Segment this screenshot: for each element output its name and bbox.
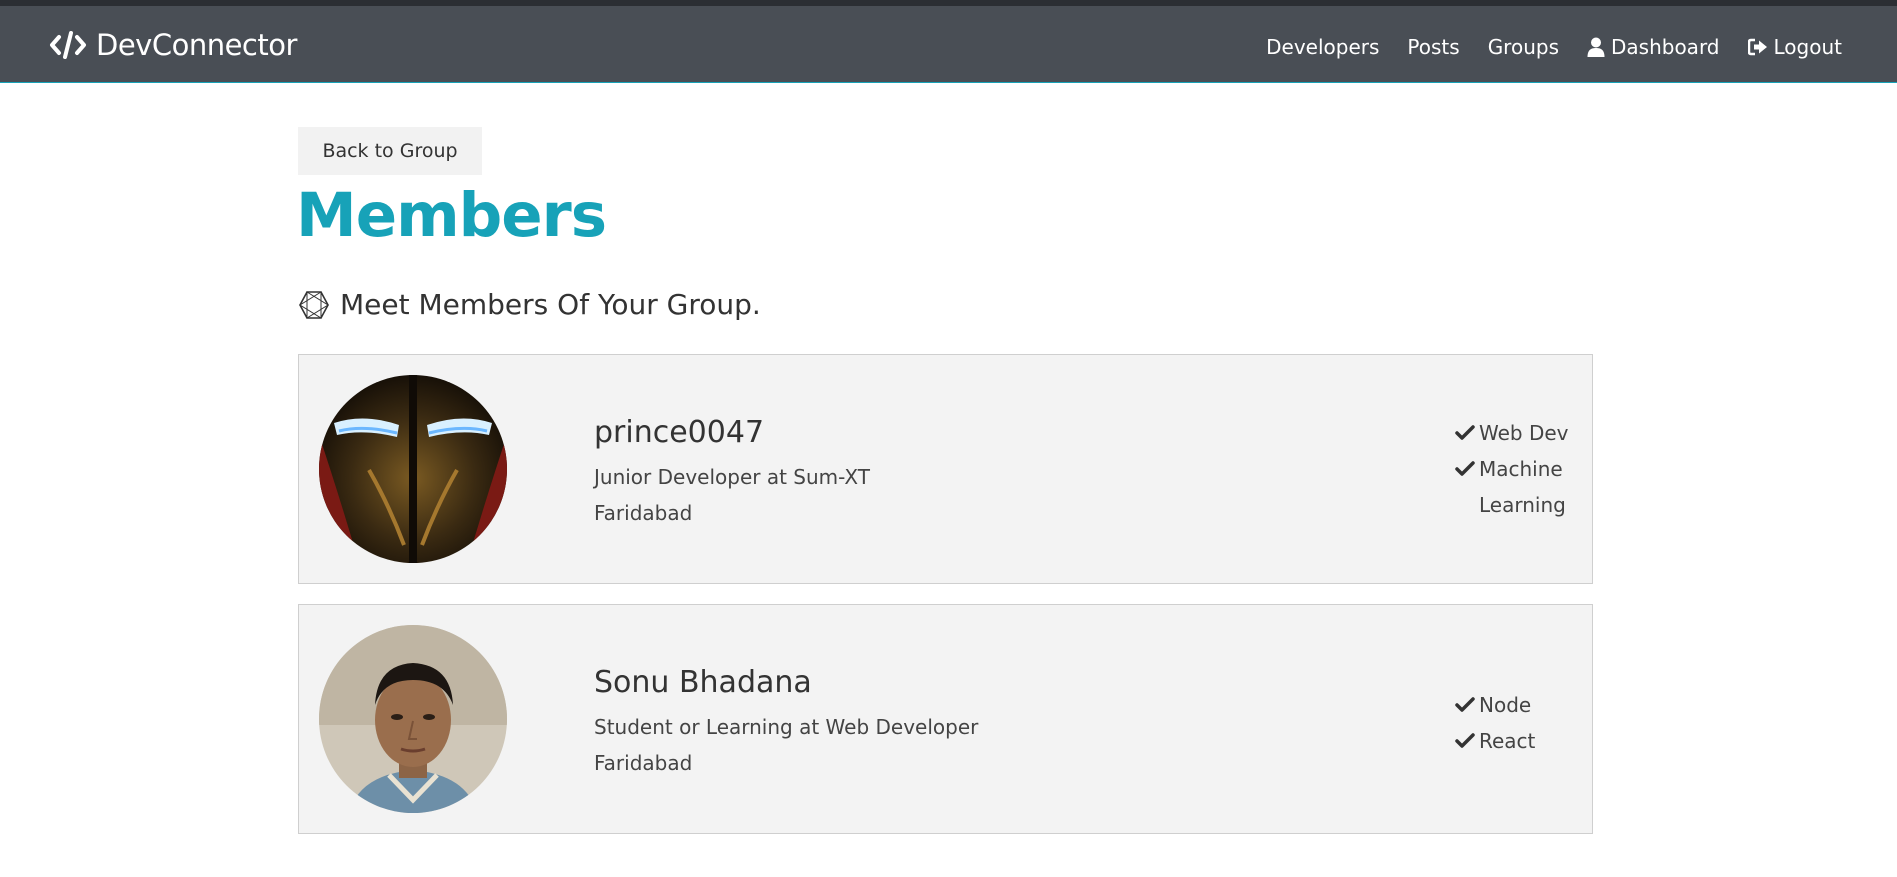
check-icon	[1455, 425, 1475, 440]
nav-links: Developers Posts Groups Dashboard Logout	[1266, 32, 1842, 62]
member-status: Junior Developer at Sum-XT	[594, 465, 870, 489]
page-title: Members	[296, 180, 607, 251]
member-status: Student or Learning at Web Developer	[594, 715, 979, 739]
brand-name: DevConnector	[96, 28, 297, 62]
nav-logout-label: Logout	[1773, 35, 1842, 59]
member-card: Sonu Bhadana Student or Learning at Web …	[298, 604, 1593, 834]
hexagon-icon	[299, 290, 329, 319]
brand-logo-link[interactable]: DevConnector	[49, 25, 297, 65]
check-icon	[1455, 697, 1475, 712]
member-card: prince0047 Junior Developer at Sum-XT Fa…	[298, 354, 1593, 584]
nav-posts-link[interactable]: Posts	[1407, 35, 1459, 59]
skill-label: React	[1479, 729, 1536, 753]
nav-logout-link[interactable]: Logout	[1747, 35, 1842, 59]
skill-item: Machine Learning	[1455, 451, 1585, 523]
avatar	[319, 375, 507, 563]
skill-label: Web Dev	[1479, 421, 1569, 445]
skill-item: Web Dev	[1455, 415, 1585, 451]
skill-label: Machine Learning	[1479, 457, 1566, 517]
nav-developers-label: Developers	[1266, 35, 1380, 59]
user-icon	[1587, 37, 1605, 57]
skill-item: Node	[1455, 687, 1585, 723]
check-icon	[1455, 461, 1475, 476]
back-to-group-button[interactable]: Back to Group	[298, 127, 482, 175]
skills-list: Node React	[1455, 687, 1585, 759]
nav-groups-label: Groups	[1487, 35, 1559, 59]
member-location: Faridabad	[594, 751, 693, 775]
skill-label: Node	[1479, 693, 1532, 717]
member-location: Faridabad	[594, 501, 693, 525]
code-icon	[50, 31, 86, 59]
member-name[interactable]: prince0047	[594, 415, 764, 450]
nav-dashboard-label: Dashboard	[1611, 35, 1720, 59]
lead-text: Meet Members Of Your Group.	[298, 288, 761, 321]
nav-groups-link[interactable]: Groups	[1488, 35, 1559, 59]
logout-icon	[1747, 38, 1767, 56]
avatar	[319, 625, 507, 813]
skill-item: React	[1455, 723, 1585, 759]
skills-list: Web Dev Machine Learning	[1455, 415, 1585, 523]
lead-label: Meet Members Of Your Group.	[340, 288, 761, 321]
nav-developers-link[interactable]: Developers	[1266, 35, 1379, 59]
nav-posts-label: Posts	[1407, 35, 1460, 59]
check-icon	[1455, 733, 1475, 748]
nav-dashboard-link[interactable]: Dashboard	[1587, 35, 1720, 59]
navbar: DevConnector Developers Posts Groups Das…	[0, 6, 1897, 83]
member-name[interactable]: Sonu Bhadana	[594, 665, 812, 700]
